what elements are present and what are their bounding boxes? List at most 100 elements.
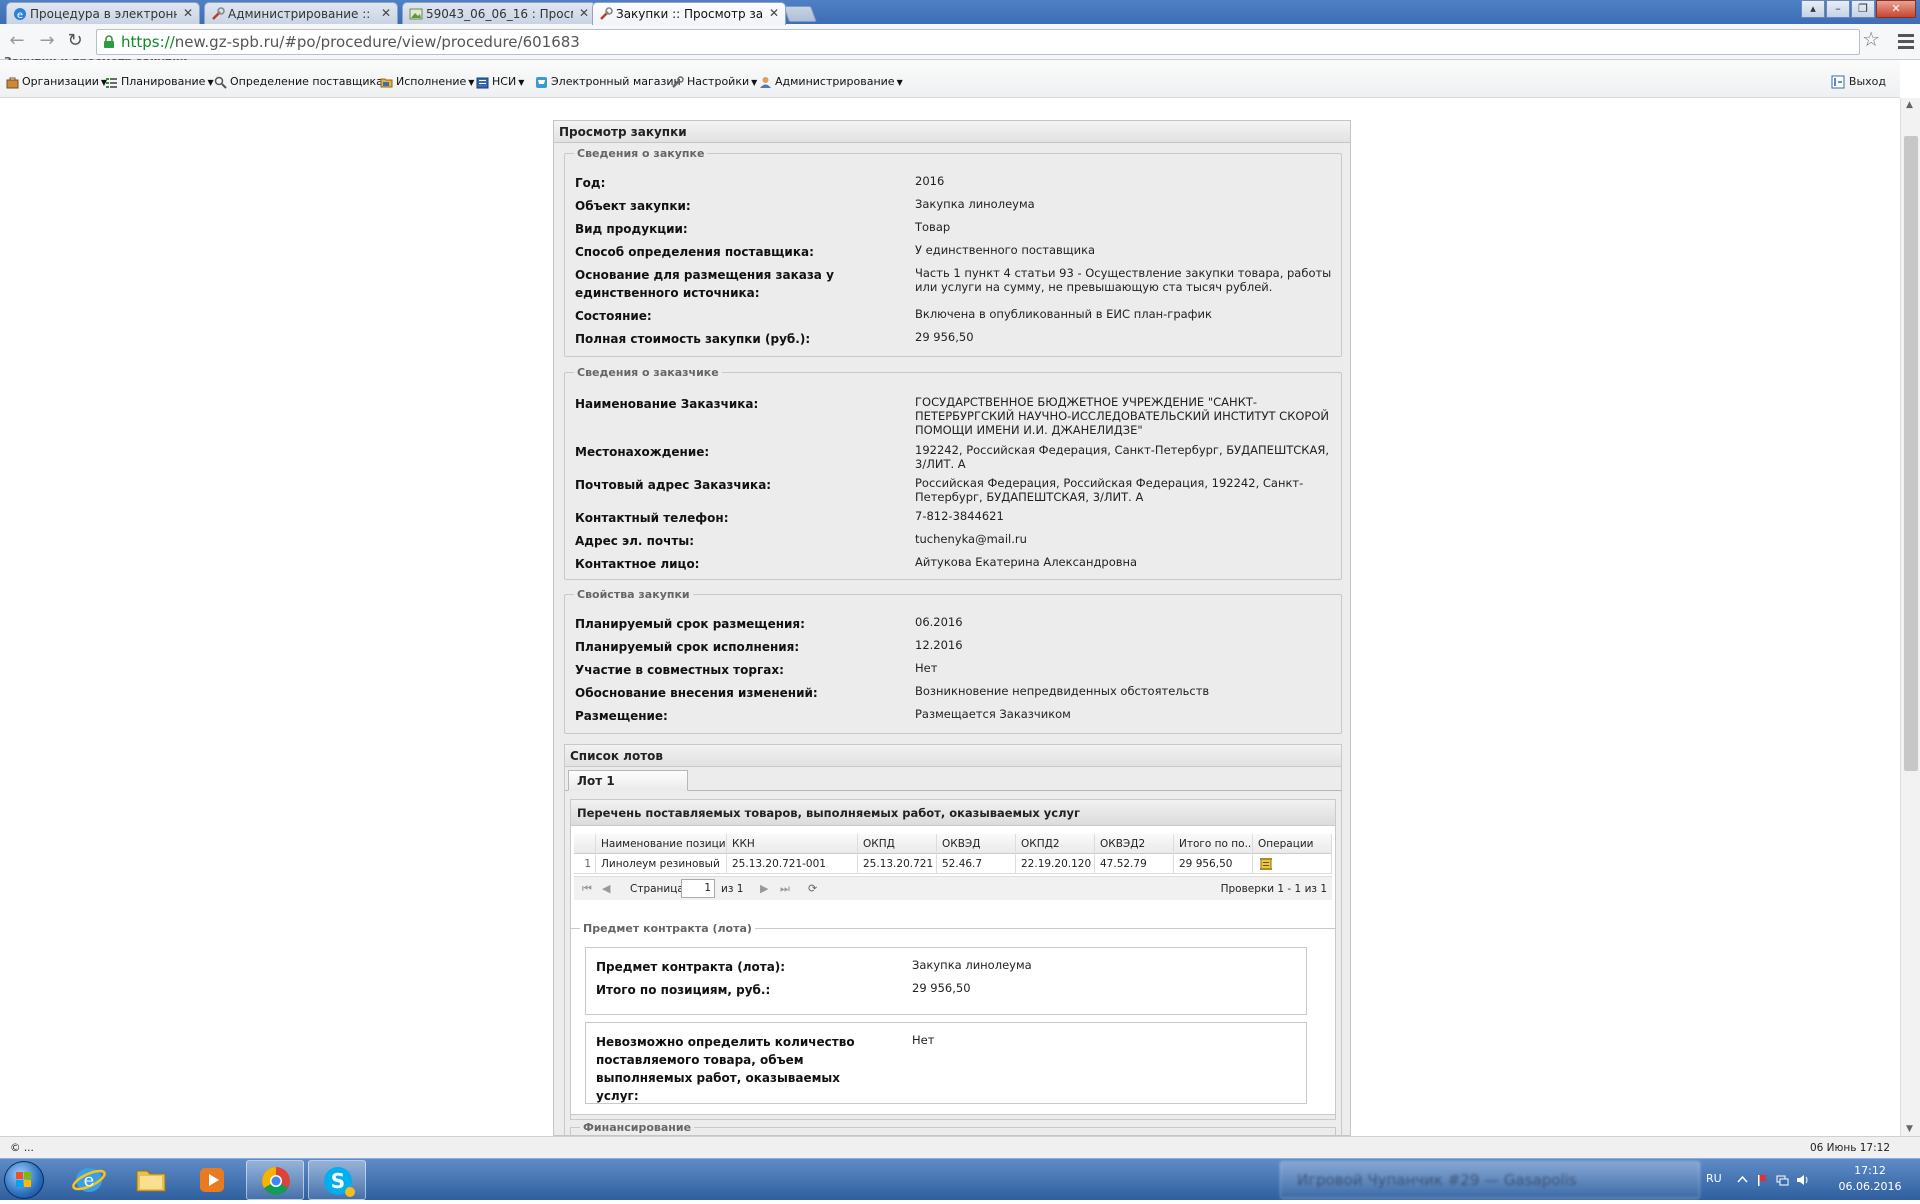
prev-page-icon[interactable]: ◀ (602, 882, 610, 895)
menu-label: Администрирование (775, 75, 895, 88)
back-arrow-icon[interactable]: ← (6, 31, 28, 53)
column-header[interactable]: Итого по по... (1174, 834, 1253, 854)
scroll-icon[interactable] (1259, 857, 1273, 871)
logout-button[interactable]: Выход (1831, 75, 1886, 89)
next-page-icon[interactable]: ▶ (760, 882, 768, 895)
tab-close-icon[interactable]: ✕ (579, 6, 589, 20)
restore-button[interactable]: ❐ (1851, 0, 1875, 18)
network-icon[interactable] (1776, 1174, 1789, 1186)
lots-section: Список лотов Лот 1 Перечень поставляемых… (564, 744, 1342, 1135)
taskbar-media-player[interactable] (184, 1160, 242, 1200)
purchase-properties-legend: Свойства закупки (577, 588, 690, 601)
lock-icon (104, 35, 114, 48)
column-header[interactable]: ОКПД (858, 834, 937, 854)
row-number: 1 (574, 854, 596, 874)
supplier-search-icon (214, 76, 227, 89)
taskbar-ie[interactable]: e (60, 1160, 118, 1200)
logout-label: Выход (1848, 75, 1886, 88)
tab-close-icon[interactable]: ✕ (381, 6, 391, 20)
media-player-icon (200, 1168, 224, 1192)
tab-label: Закупки :: Просмотр заку (616, 7, 763, 21)
tab-close-icon[interactable]: ✕ (769, 6, 779, 20)
windows-taskbar: e S Игровой Чупанчик #29 — Gasapolis RU … (0, 1158, 1920, 1200)
menu-settings[interactable]: Настройки ▼ (671, 75, 757, 91)
column-header[interactable]: ОКВЭД2 (1095, 834, 1174, 854)
customer-info-fieldset: Сведения о заказчике Наименование Заказч… (564, 366, 1342, 580)
forward-arrow-icon[interactable]: → (36, 31, 58, 53)
show-hidden-icons-icon[interactable] (1736, 1174, 1749, 1186)
grid-pager: ⏮ ◀ Страница 1 из 1 ▶ ⏭ ⟳ Проверки 1 - 1… (574, 876, 1332, 900)
cell-okpd: 25.13.20.721 (858, 854, 937, 874)
tab-close-icon[interactable]: ✕ (183, 6, 193, 20)
scrollbar-thumb[interactable] (1904, 136, 1918, 771)
menu-planning[interactable]: Планирование ▼ (105, 75, 214, 91)
lot-tab-bar: Лот 1 (565, 767, 1341, 791)
last-page-icon[interactable]: ⏭ (780, 882, 790, 896)
gz-tools-favicon-icon (212, 7, 225, 20)
chrome-menu-icon[interactable] (1898, 34, 1914, 52)
browser-tab-document[interactable]: 59043_06_06_16 : Просмо ✕ (402, 2, 596, 24)
quantity-box: Невозможно определить количество поставл… (585, 1022, 1307, 1104)
taskbar-chrome[interactable] (246, 1160, 304, 1200)
menu-label: НСИ (492, 75, 517, 88)
clock-time: 17:12 (1854, 1164, 1886, 1177)
purchase-properties-fieldset: Свойства закупки Планируемый срок размещ… (564, 588, 1342, 734)
scroll-up-icon[interactable]: ▲ (1906, 100, 1913, 110)
grid-rownum-header (574, 834, 596, 854)
page-label: Страница (630, 883, 684, 895)
menu-e-shop[interactable]: Электронный магазин (535, 75, 681, 91)
menu-organizations[interactable]: Организации ▼ (6, 75, 107, 91)
browser-tab-procedure[interactable]: e Процедура в электронно ✕ (6, 2, 200, 24)
start-button[interactable] (4, 1161, 44, 1199)
taskbar-explorer[interactable] (122, 1160, 180, 1200)
column-header[interactable]: ОКВЭД (937, 834, 1016, 854)
wrench-icon (672, 76, 684, 88)
cell-total: 29 956,50 (1174, 854, 1253, 874)
taskbar-skype[interactable]: S (308, 1160, 366, 1200)
menu-nsi[interactable]: НСИ ▼ (476, 75, 524, 91)
menu-label: Планирование (121, 75, 206, 88)
column-header[interactable]: Наименование позиции (596, 834, 727, 854)
grid-header-row: Наименование позиции ККН ОКПД ОКВЭД ОКПД… (574, 834, 1332, 854)
browser-tab-strip: e Процедура в электронно ✕ Администриров… (0, 0, 1920, 25)
column-header[interactable]: ККН (727, 834, 858, 854)
svg-text:e: e (17, 10, 23, 21)
image-favicon-icon (409, 8, 423, 20)
volume-icon[interactable] (1796, 1174, 1809, 1186)
refresh-icon[interactable]: ⟳ (808, 882, 817, 895)
taskbar-clock[interactable]: 17:12 06.06.2016 (1830, 1163, 1910, 1195)
column-header[interactable]: ОКПД2 (1016, 834, 1095, 854)
bookmark-star-icon[interactable]: ☆ (1862, 27, 1880, 51)
skype-icon: S (324, 1167, 355, 1197)
column-header[interactable]: Операции (1253, 834, 1332, 854)
new-tab-button[interactable] (783, 6, 817, 22)
financing-legend: Финансирование (583, 1121, 692, 1134)
table-row[interactable]: 1 Линолеум резиновый 25.13.20.721-001 25… (574, 854, 1332, 874)
close-window-button[interactable]: ✕ (1876, 0, 1916, 18)
taskbar-window-title[interactable]: Игровой Чупанчик #29 — Gasapolis (1280, 1161, 1700, 1199)
minimize-button[interactable]: – (1826, 0, 1850, 18)
menu-supplier-determination[interactable]: Определение поставщика▼ (214, 75, 391, 91)
address-bar[interactable]: https://new.gz-spb.ru/#po/procedure/view… (96, 29, 1860, 55)
tab-lot-1[interactable]: Лот 1 (568, 770, 688, 791)
language-indicator[interactable]: RU (1706, 1172, 1722, 1185)
execution-folder-icon (380, 78, 393, 88)
procurement-view-panel: Просмотр закупки Сведения о закупке Год:… (553, 120, 1351, 1136)
action-center-flag-icon[interactable] (1756, 1174, 1769, 1186)
folder-icon (136, 1170, 166, 1192)
scroll-down-icon[interactable]: ▼ (1906, 1124, 1913, 1134)
menu-administration[interactable]: Администрирование ▼ (759, 75, 903, 91)
browser-tab-admin[interactable]: Администрирование :: И ✕ (204, 2, 398, 24)
page-number-input[interactable]: 1 (681, 879, 715, 898)
reload-icon[interactable]: ↻ (64, 31, 86, 53)
menu-label: Электронный магазин (551, 75, 681, 88)
browser-status-bar: © ... 06 Июнь 17:12 (0, 1136, 1920, 1158)
chrome-icon (262, 1167, 290, 1195)
page-scrollbar[interactable]: ▲ ▼ (1900, 98, 1920, 1136)
reference-book-icon (476, 77, 489, 89)
browser-tab-procurement-view[interactable]: Закупки :: Просмотр заку ✕ (592, 2, 786, 25)
first-page-icon[interactable]: ⏮ (582, 882, 592, 896)
window-switch-user-icon[interactable]: ▴ (1801, 0, 1825, 18)
menu-execution[interactable]: Исполнение ▼ (380, 75, 474, 91)
purchase-info-fieldset: Сведения о закупке Год: 2016 Объект закуп… (564, 147, 1342, 357)
